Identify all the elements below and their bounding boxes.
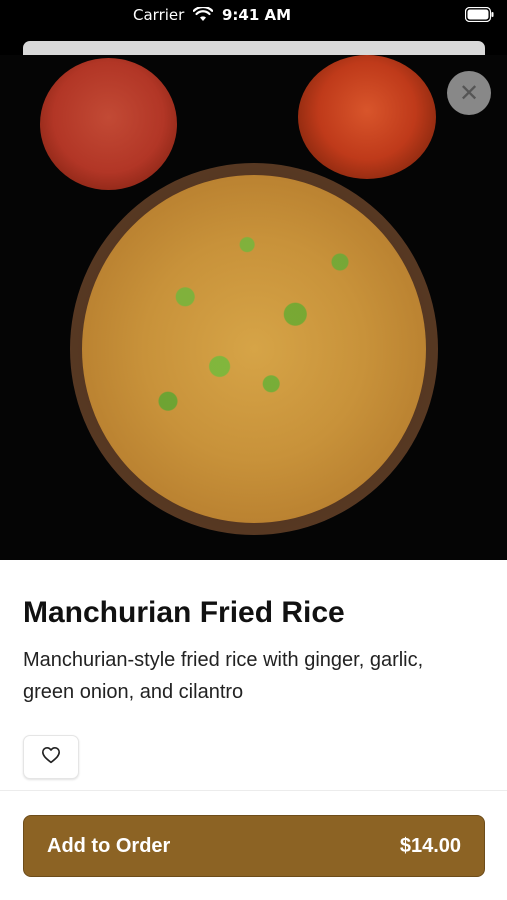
dish-photo: [0, 55, 507, 560]
close-icon: ✕: [458, 79, 480, 107]
item-title: Manchurian Fried Rice: [23, 596, 345, 629]
price-label: $14.00: [399, 834, 461, 857]
item-details: Manchurian Fried Rice Manchurian-style f…: [0, 560, 507, 900]
add-to-order-button[interactable]: Add to Order $14.00: [23, 815, 485, 877]
item-description: Manchurian-style fried rice with ginger,…: [23, 649, 424, 703]
add-to-order-label: Add to Order: [47, 834, 171, 857]
sauce-bowl-left: [40, 58, 177, 190]
status-bar: Carrier 9:41 AM: [0, 0, 507, 32]
favorite-button[interactable]: [23, 735, 79, 779]
sauce-bowl-right: [298, 55, 436, 179]
divider: [0, 790, 507, 791]
carrier-label: Carrier: [133, 6, 185, 24]
battery-icon: [464, 6, 495, 26]
fried-rice: [82, 175, 426, 523]
close-button[interactable]: ✕: [447, 71, 491, 115]
wifi-icon: [192, 5, 214, 26]
sheet-top-edge: [23, 41, 485, 55]
heart-icon: [41, 746, 61, 769]
status-time: 9:41 AM: [222, 6, 292, 24]
